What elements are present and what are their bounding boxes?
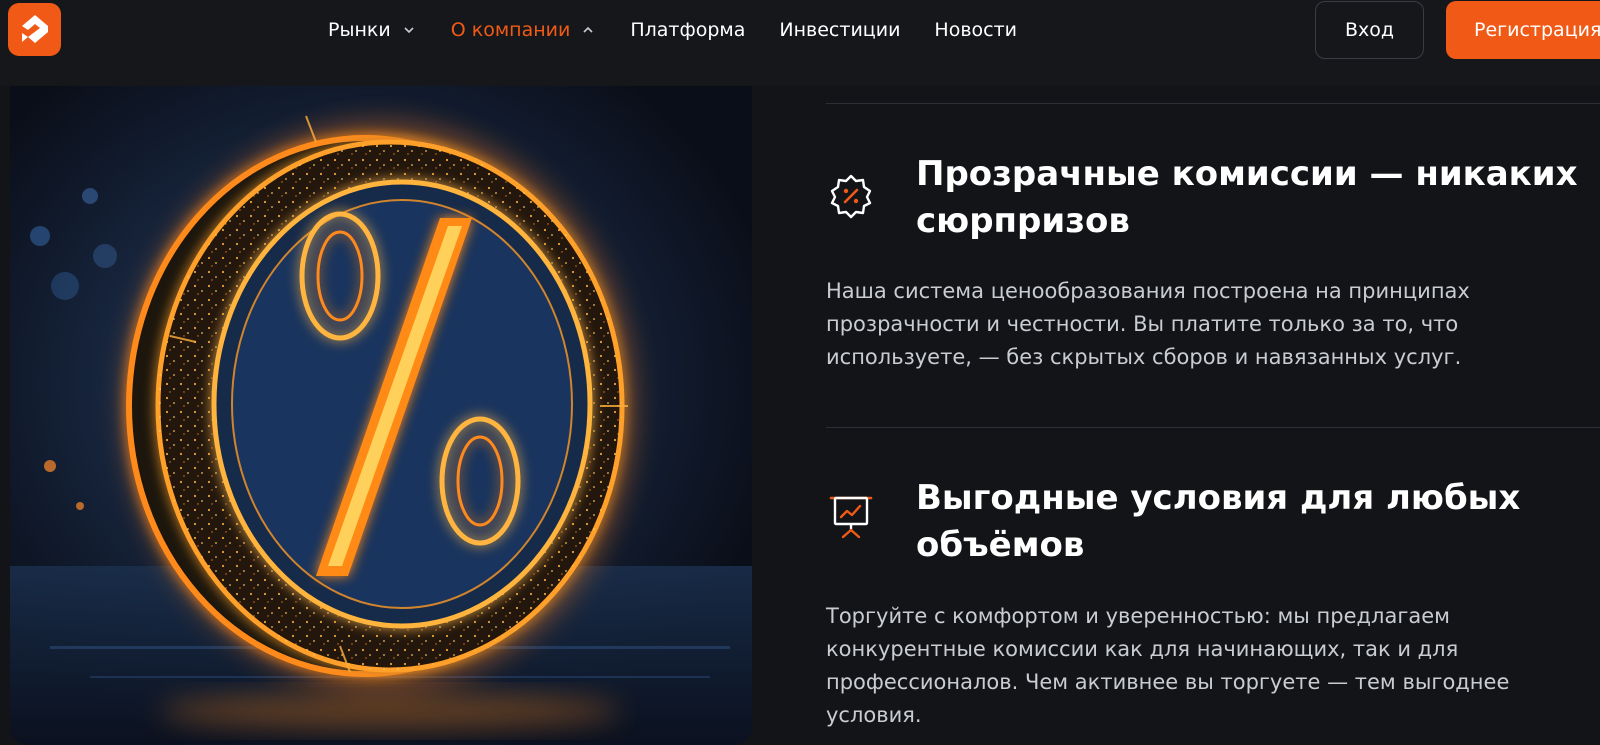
nav-item-label: Платформа <box>630 19 746 41</box>
nav-item-investments[interactable]: Инвестиции <box>779 19 900 41</box>
nav-item-label: Инвестиции <box>779 19 901 41</box>
login-button[interactable]: Вход <box>1315 1 1424 59</box>
hero-image <box>10 86 752 745</box>
feature-description: Торгуйте с комфортом и уверенностью: мы … <box>826 604 1510 727</box>
main-nav: Рынки О компании Платформа Инвестиции Но… <box>328 15 1017 45</box>
section-divider <box>826 103 1600 104</box>
register-button[interactable]: Регистрация <box>1446 1 1600 59</box>
glowing-percent-coin-illustration <box>10 86 752 745</box>
nav-item-markets[interactable]: Рынки <box>328 19 415 41</box>
nav-item-label: Новости <box>934 19 1018 41</box>
percent-badge-icon <box>827 172 875 220</box>
nav-item-news[interactable]: Новости <box>934 19 1017 41</box>
site-header: Рынки О компании Платформа Инвестиции Но… <box>0 0 1600 86</box>
nav-item-label: О компании <box>450 19 571 41</box>
chevron-down-icon <box>403 24 415 36</box>
feature-title: Прозрачные комиссии — никаких сюрпризов <box>916 154 1578 241</box>
nav-item-platform[interactable]: Платформа <box>630 19 745 41</box>
feature-description: Наша система ценообразования построена н… <box>826 279 1470 369</box>
section-divider <box>826 427 1600 428</box>
logo-icon <box>21 14 48 43</box>
nav-item-about[interactable]: О компании <box>451 19 595 41</box>
nav-item-label: Рынки <box>328 19 391 41</box>
brand-logo[interactable] <box>8 3 61 56</box>
feature-title: Выгодные условия для любых объёмов <box>916 478 1521 565</box>
chevron-up-icon <box>582 24 594 36</box>
presentation-chart-icon <box>827 493 875 541</box>
